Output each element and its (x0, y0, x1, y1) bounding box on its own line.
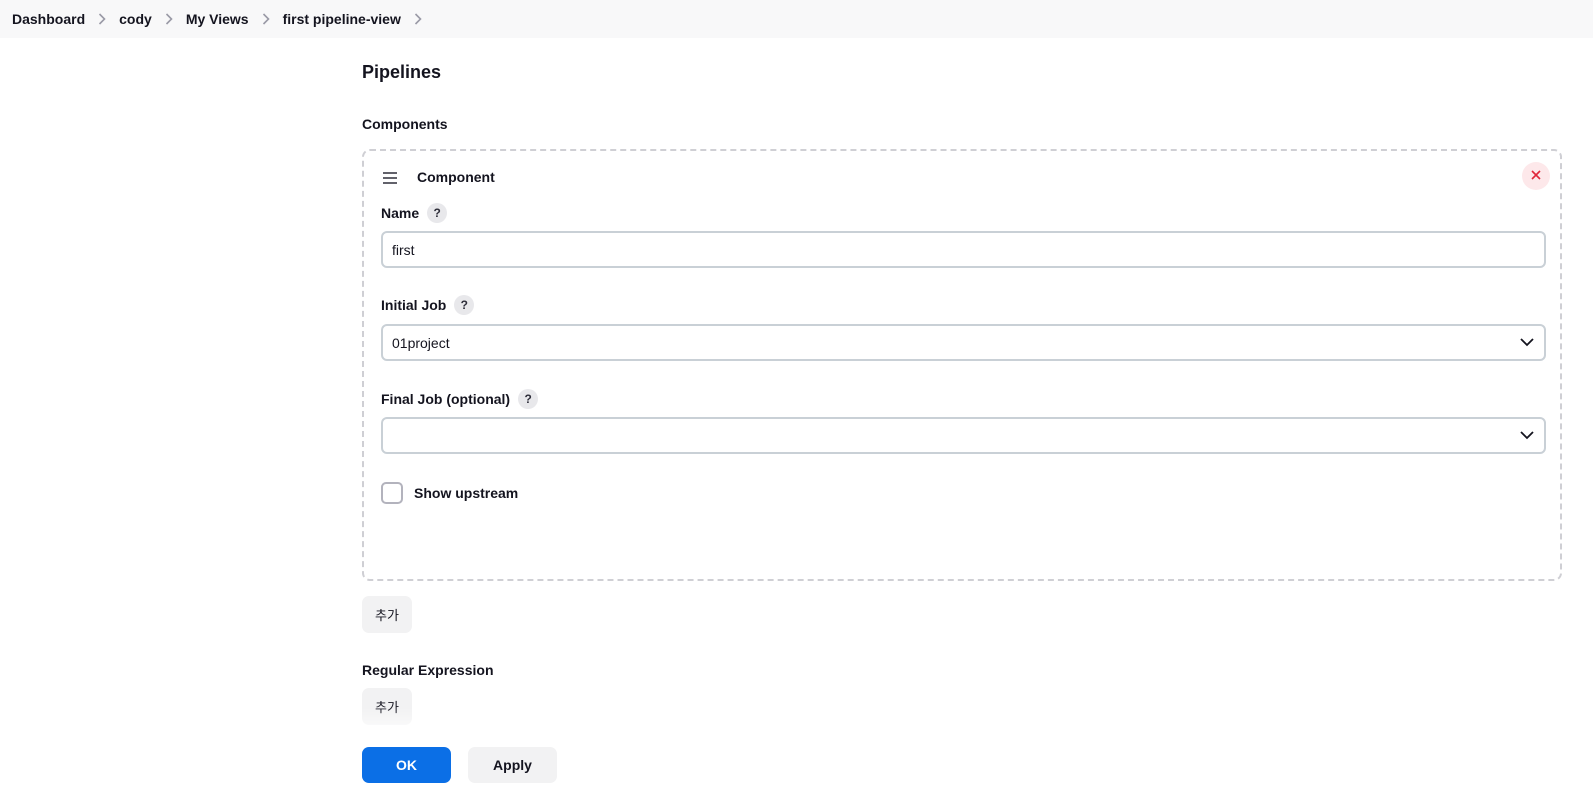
show-upstream-checkbox[interactable] (381, 482, 403, 504)
initial-job-selected: 01project (392, 334, 450, 351)
show-upstream-label: Show upstream (414, 485, 519, 501)
chevron-down-icon (1520, 337, 1534, 347)
name-input[interactable]: first (381, 231, 1546, 268)
final-job-label: Final Job (optional) ? (381, 389, 539, 409)
ok-button[interactable]: OK (362, 747, 451, 783)
components-label: Components (362, 116, 448, 132)
initial-job-help-button[interactable]: ? (454, 295, 475, 315)
breadcrumb-first-pipeline-view[interactable]: first pipeline-view (283, 4, 401, 34)
name-help-button[interactable]: ? (427, 203, 448, 223)
component-card: Component Name ? first Initial Job ? 01p… (362, 149, 1562, 581)
drag-handle-icon[interactable] (382, 171, 398, 185)
initial-job-label: Initial Job ? (381, 295, 475, 315)
breadcrumb: Dashboard cody My Views first pipeline-v… (0, 0, 1593, 38)
initial-job-select[interactable]: 01project (381, 324, 1546, 361)
chevron-right-icon[interactable] (401, 13, 435, 25)
initial-job-label-text: Initial Job (381, 297, 447, 313)
final-job-select[interactable] (381, 417, 1546, 454)
add-component-button[interactable]: 추가 (362, 596, 412, 633)
chevron-right-icon[interactable] (85, 13, 119, 25)
name-label-text: Name (381, 205, 420, 221)
form-footer: OK Apply (0, 732, 1593, 801)
chevron-right-icon[interactable] (152, 13, 186, 25)
add-regex-button[interactable]: 추가 (362, 688, 412, 725)
section-title: Pipelines (362, 62, 442, 82)
show-upstream-option[interactable]: Show upstream (381, 482, 518, 504)
final-job-label-text: Final Job (optional) (381, 391, 511, 407)
apply-button[interactable]: Apply (468, 747, 557, 783)
component-title: Component (417, 169, 495, 185)
remove-component-button[interactable] (1522, 162, 1550, 190)
final-job-help-button[interactable]: ? (518, 389, 539, 409)
chevron-down-icon (1520, 430, 1534, 440)
breadcrumb-cody[interactable]: cody (119, 4, 152, 34)
name-label: Name ? (381, 203, 448, 223)
breadcrumb-my-views[interactable]: My Views (186, 4, 249, 34)
chevron-right-icon[interactable] (249, 13, 283, 25)
name-input-value: first (392, 241, 415, 258)
regex-label: Regular Expression (362, 662, 494, 678)
close-icon (1531, 167, 1541, 185)
breadcrumb-dashboard[interactable]: Dashboard (12, 4, 85, 34)
